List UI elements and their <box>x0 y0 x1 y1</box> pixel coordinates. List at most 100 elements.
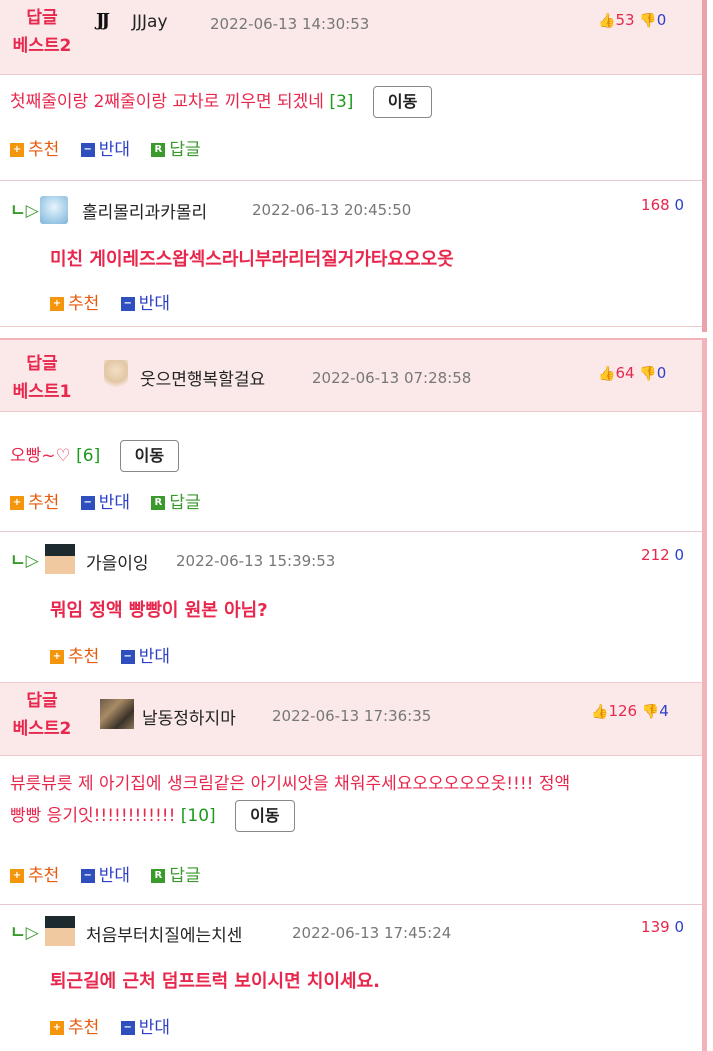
thumbs-up-icon[interactable]: 👍 <box>591 704 608 720</box>
reply-username[interactable]: 처음부터치질에는치센 <box>86 921 242 946</box>
recommend-button[interactable]: 추천 <box>68 1018 99 1038</box>
username[interactable]: 날동정하지마 <box>142 704 236 729</box>
oppose-button[interactable]: 반대 <box>99 140 130 160</box>
reply-date: 2022-06-13 20:45:50 <box>252 201 412 219</box>
reply-up-count[interactable]: 139 <box>641 918 670 936</box>
reply-vote-counts: 168 0 <box>641 196 684 214</box>
comment-block-2: 답글 베스트1 웃으면행복할걸요 2022-06-13 07:28:58 👍64… <box>0 338 707 1051</box>
username[interactable]: JJJay <box>132 12 168 32</box>
best-badge: 답글 베스트1 <box>10 350 74 406</box>
divider <box>0 180 702 181</box>
reply-count[interactable]: [6] <box>76 446 100 466</box>
comment-header: 답글 베스트1 웃으면행복할걸요 2022-06-13 07:28:58 👍64… <box>0 340 702 412</box>
avatar[interactable] <box>45 916 75 946</box>
minus-icon: − <box>80 869 95 883</box>
username[interactable]: 웃으면행복할걸요 <box>140 365 265 390</box>
comment-body: 첫째줄이랑 2째줄이랑 교차로 끼우면 되겠네 <box>10 92 324 112</box>
comment-actions: + 추천 − 반대 R 답글 <box>10 138 201 162</box>
reply-down-count[interactable]: 0 <box>674 196 684 214</box>
plus-icon: + <box>10 143 24 157</box>
avatar[interactable]: JJ <box>96 10 122 36</box>
thumbs-down-icon[interactable]: 👎 <box>642 704 659 720</box>
avatar[interactable] <box>100 699 134 729</box>
oppose-button[interactable]: 반대 <box>99 493 130 513</box>
reply-vote-counts: 139 0 <box>641 918 684 936</box>
reply-r-icon: R <box>151 869 166 883</box>
best-label-bottom: 베스트1 <box>12 382 72 402</box>
minus-icon: − <box>120 650 135 664</box>
comment-date: 2022-06-13 07:28:58 <box>312 369 472 387</box>
oppose-button[interactable]: 반대 <box>139 1018 170 1038</box>
recommend-button[interactable]: 추천 <box>28 866 59 886</box>
recommend-button[interactable]: 추천 <box>68 294 99 314</box>
down-count: 0 <box>656 364 667 382</box>
recommend-button[interactable]: 추천 <box>28 493 59 513</box>
minus-icon: − <box>120 297 135 311</box>
reply-count[interactable]: [3] <box>329 92 353 112</box>
comment-body: 오빵~♡ <box>10 446 71 466</box>
reply-actions: + 추천 − 반대 <box>50 292 186 316</box>
plus-icon: + <box>10 496 24 510</box>
comment-body: 뷰릇뷰릇 제 아기집에 생크림같은 아기씨앗을 채워주세요오오오오오옷!!!! … <box>10 774 571 794</box>
minus-icon: − <box>80 143 95 157</box>
reply-date: 2022-06-13 17:45:24 <box>292 924 452 942</box>
comment-block-1: 답글 베스트2 JJ JJJay 2022-06-13 14:30:53 👍53… <box>0 0 707 332</box>
thumbs-down-icon[interactable]: 👎 <box>639 366 656 382</box>
reply-button[interactable]: 답글 <box>169 866 200 886</box>
reply-button[interactable]: 답글 <box>169 140 200 160</box>
best-label-top: 답글 <box>26 354 58 374</box>
comment-date: 2022-06-13 17:36:35 <box>272 707 432 725</box>
reply-arrow-icon: ㄴ▷ <box>10 923 39 943</box>
comment-date: 2022-06-13 14:30:53 <box>210 15 370 33</box>
comment-header: 답글 베스트2 JJ JJJay 2022-06-13 14:30:53 👍53… <box>0 0 702 75</box>
divider <box>0 531 702 532</box>
reply-text: 뭐임 정액 빵빵이 원본 아님? <box>50 600 268 621</box>
vote-counts: 👍126 👎4 <box>591 702 669 720</box>
oppose-button[interactable]: 반대 <box>99 866 130 886</box>
best-label-bottom: 베스트2 <box>12 719 72 739</box>
recommend-button[interactable]: 추천 <box>28 140 59 160</box>
comment-header: 답글 베스트2 날동정하지마 2022-06-13 17:36:35 👍126 … <box>0 682 702 756</box>
thumbs-up-icon[interactable]: 👍 <box>598 13 615 29</box>
up-count: 126 <box>608 702 638 720</box>
minus-icon: − <box>120 1021 135 1035</box>
best-label-top: 답글 <box>26 691 58 711</box>
reply-button[interactable]: 답글 <box>169 493 200 513</box>
down-count: 0 <box>656 11 667 29</box>
reply-r-icon: R <box>151 496 166 510</box>
thumbs-down-icon[interactable]: 👎 <box>639 13 656 29</box>
move-button[interactable]: 이동 <box>372 86 433 118</box>
comment-text: 뷰릇뷰릇 제 아기집에 생크림같은 아기씨앗을 채워주세요오오오오오옷!!!! … <box>10 768 700 832</box>
recommend-button[interactable]: 추천 <box>68 647 99 667</box>
move-button[interactable]: 이동 <box>235 800 295 832</box>
divider <box>0 326 702 327</box>
best-label-bottom: 베스트2 <box>12 36 72 56</box>
avatar[interactable] <box>104 360 128 390</box>
oppose-button[interactable]: 반대 <box>139 647 170 667</box>
reply-text: 퇴근길에 근처 덤프트럭 보이시면 치이세요. <box>50 971 380 992</box>
plus-icon: + <box>50 297 64 311</box>
move-button[interactable]: 이동 <box>119 440 180 472</box>
avatar[interactable] <box>45 544 75 574</box>
comment-actions: + 추천 − 반대 R 답글 <box>10 491 201 515</box>
reply-down-count[interactable]: 0 <box>674 546 684 564</box>
vote-counts: 👍64 👎0 <box>598 364 666 382</box>
comment-text: 첫째줄이랑 2째줄이랑 교차로 끼우면 되겠네 [3] 이동 <box>10 86 433 118</box>
reply-username[interactable]: 가을이잉 <box>86 549 149 574</box>
reply-count[interactable]: [10] <box>181 806 216 826</box>
oppose-button[interactable]: 반대 <box>139 294 170 314</box>
best-label-top: 답글 <box>26 8 58 28</box>
divider <box>0 904 702 905</box>
comment-actions: + 추천 − 반대 R 답글 <box>10 864 201 888</box>
reply-up-count[interactable]: 168 <box>641 196 670 214</box>
plus-icon: + <box>10 869 24 883</box>
reply-date: 2022-06-13 15:39:53 <box>176 552 336 570</box>
reply-down-count[interactable]: 0 <box>674 918 684 936</box>
vote-counts: 👍53 👎0 <box>598 11 666 29</box>
thumbs-up-icon[interactable]: 👍 <box>598 366 615 382</box>
avatar[interactable] <box>40 196 68 224</box>
reply-up-count[interactable]: 212 <box>641 546 670 564</box>
reply-username[interactable]: 홀리몰리과카몰리 <box>82 198 207 223</box>
up-count: 64 <box>615 364 635 382</box>
best-badge: 답글 베스트2 <box>10 4 74 60</box>
